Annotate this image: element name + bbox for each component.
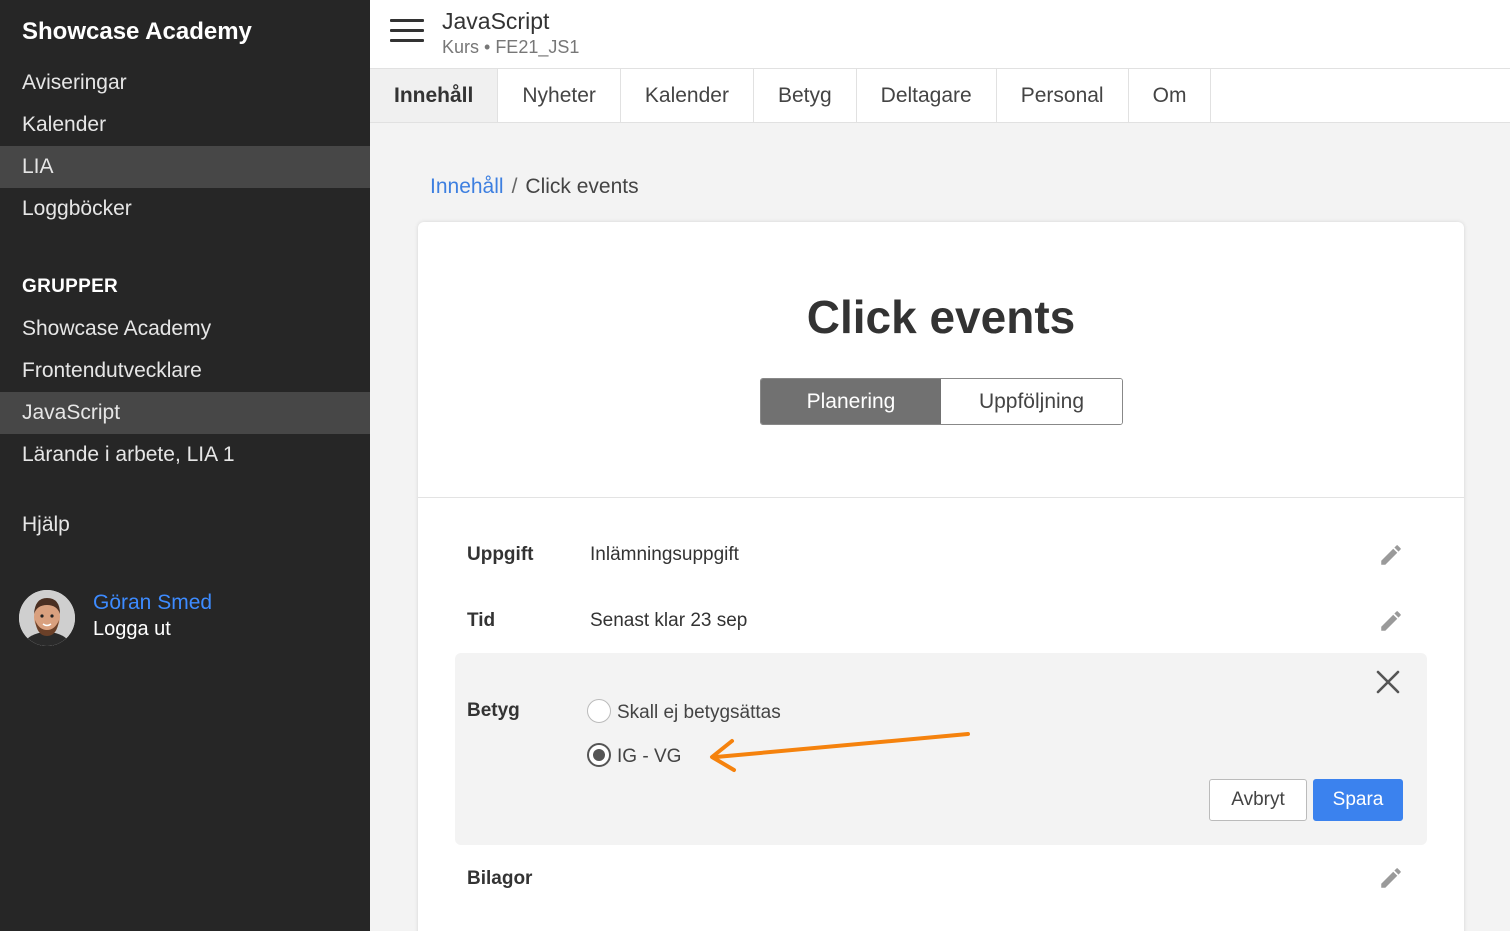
- tab-betyg[interactable]: Betyg: [754, 69, 857, 122]
- radio-ig-vg[interactable]: [587, 743, 611, 767]
- sidebar-item-hjalp[interactable]: Hjälp: [0, 504, 370, 546]
- bilagor-label: Bilagor: [467, 868, 533, 889]
- content-card: Click events Planering Uppföljning Uppgi…: [418, 222, 1464, 931]
- brand-title[interactable]: Showcase Academy: [22, 18, 252, 46]
- uppgift-value: Inlämningsuppgift: [590, 544, 739, 565]
- sidebar-item-loggbocker[interactable]: Loggböcker: [0, 188, 370, 230]
- breadcrumb: Innehåll / Click events: [430, 175, 639, 199]
- tid-label: Tid: [467, 610, 496, 631]
- tab-nyheter[interactable]: Nyheter: [498, 69, 621, 122]
- view-toggle: Planering Uppföljning: [760, 378, 1123, 425]
- annotation-arrow-icon: [710, 732, 970, 772]
- user-name-link[interactable]: Göran Smed: [93, 591, 212, 615]
- tab-innehall[interactable]: Innehåll: [370, 69, 499, 122]
- radio-label-skall-ej-betygsattas[interactable]: Skall ej betygsättas: [617, 702, 781, 724]
- groups-heading: GRUPPER: [22, 276, 119, 297]
- breadcrumb-separator: /: [511, 175, 518, 198]
- breadcrumb-parent-link[interactable]: Innehåll: [430, 175, 504, 198]
- radio-skall-ej-betygsattas[interactable]: [587, 699, 611, 723]
- sidebar-group-javascript[interactable]: JavaScript: [0, 392, 370, 434]
- hamburger-menu-icon[interactable]: [390, 19, 424, 45]
- edit-pencil-icon[interactable]: [1378, 608, 1404, 634]
- betyg-label: Betyg: [467, 700, 520, 721]
- breadcrumb-current: Click events: [525, 175, 639, 198]
- close-icon[interactable]: [1374, 668, 1402, 696]
- course-subtitle: Kurs • FE21_JS1: [442, 37, 580, 57]
- user-block: Göran Smed Logga ut: [19, 590, 359, 648]
- segment-uppfoljning[interactable]: Uppföljning: [941, 379, 1122, 424]
- sidebar-group-larande-i-arbete[interactable]: Lärande i arbete, LIA 1: [0, 434, 370, 476]
- sidebar-group-showcase-academy[interactable]: Showcase Academy: [0, 308, 370, 350]
- tab-deltagare[interactable]: Deltagare: [857, 69, 997, 122]
- edit-pencil-icon[interactable]: [1378, 542, 1404, 568]
- sidebar-item-aviseringar[interactable]: Aviseringar: [0, 62, 370, 104]
- edit-pencil-icon[interactable]: [1378, 865, 1404, 891]
- divider: [418, 497, 1464, 498]
- tid-value: Senast klar 23 sep: [590, 610, 748, 631]
- avatar[interactable]: [19, 590, 75, 646]
- sidebar-item-kalender[interactable]: Kalender: [0, 104, 370, 146]
- course-header: JavaScript Kurs • FE21_JS1: [370, 0, 1510, 69]
- tab-kalender[interactable]: Kalender: [621, 69, 754, 122]
- course-title: JavaScript: [442, 8, 550, 34]
- segment-planering[interactable]: Planering: [761, 379, 941, 424]
- sidebar-group-frontendutvecklare[interactable]: Frontendutvecklare: [0, 350, 370, 392]
- page-title: Click events: [806, 291, 1076, 343]
- course-tabs: Innehåll Nyheter Kalender Betyg Deltagar…: [370, 69, 1510, 123]
- tab-personal[interactable]: Personal: [997, 69, 1129, 122]
- sidebar-item-lia[interactable]: LIA: [0, 146, 370, 188]
- save-button[interactable]: Spara: [1313, 779, 1403, 821]
- sidebar: Showcase Academy Aviseringar Kalender LI…: [0, 0, 370, 931]
- radio-label-ig-vg[interactable]: IG - VG: [617, 746, 681, 768]
- tab-om[interactable]: Om: [1129, 69, 1212, 122]
- uppgift-label: Uppgift: [467, 544, 534, 565]
- logout-link[interactable]: Logga ut: [93, 618, 171, 641]
- cancel-button[interactable]: Avbryt: [1209, 779, 1307, 821]
